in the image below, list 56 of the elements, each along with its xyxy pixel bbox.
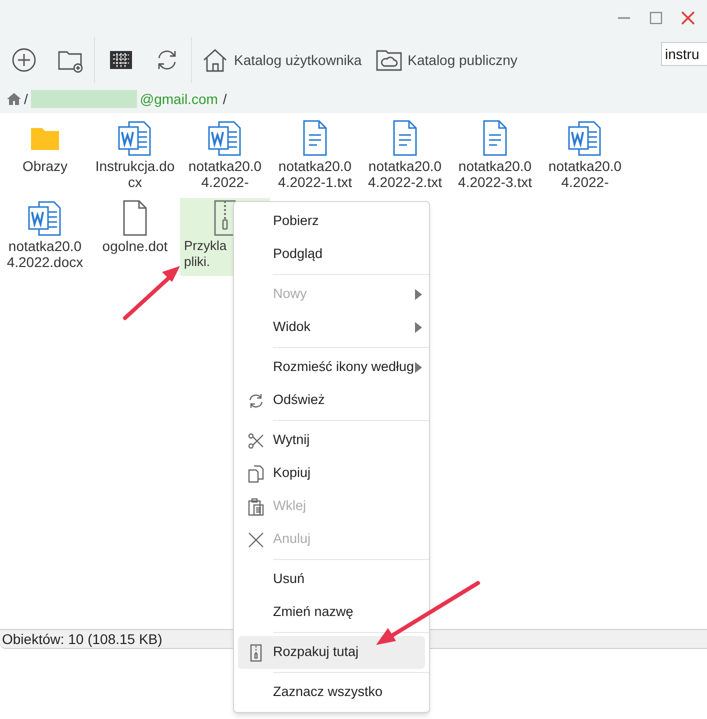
menu-item[interactable]: Rozpakuj tutaj: [238, 636, 425, 669]
menu-item[interactable]: Wytnij: [238, 424, 425, 457]
file-name: notatka20.0 4.2022-2.txt: [368, 158, 442, 190]
close-icon[interactable]: [681, 10, 695, 24]
menu-item[interactable]: Usuń: [238, 563, 425, 596]
path-separator: /: [222, 90, 227, 108]
file-item[interactable]: notatka20.0 4.2022-: [540, 118, 630, 196]
menu-item-label: Anuluj: [273, 530, 311, 548]
path-separator: /: [24, 90, 28, 108]
file-name: notatka20.0 4.2022-: [188, 158, 262, 190]
menu-item[interactable]: Zaznacz wszystko: [238, 676, 425, 709]
file-item[interactable]: notatka20.0 4.2022-2.txt: [360, 118, 450, 196]
menu-item-label: Usuń: [273, 570, 305, 588]
file-name: notatka20.0 4.2022-1.txt: [278, 158, 352, 190]
file-item[interactable]: Instrukcja.do cx: [90, 118, 180, 196]
menu-item-label: Wytnij: [273, 431, 310, 450]
location-button[interactable]: Katalog użytkownika: [194, 40, 368, 80]
file-name: notatka20.0 4.2022-: [548, 158, 622, 190]
status-text: Obiektów: 10 (108.15 KB): [2, 630, 162, 649]
file-item[interactable]: notatka20.0 4.2022-: [180, 118, 270, 196]
file-name: notatka20.0 4.2022.docx: [6, 238, 84, 270]
file-item[interactable]: notatka20.0 4.2022.docx: [0, 198, 90, 276]
file-item[interactable]: Obrazy: [0, 118, 90, 196]
menu-item-label: Rozmieść ikony według: [273, 358, 414, 376]
menu-item-label: Pobierz: [273, 212, 319, 230]
menu-item-label: Odśwież: [273, 391, 325, 410]
menu-item-label: Rozpakuj tutaj: [273, 643, 359, 662]
file-item[interactable]: ogolne.dot: [90, 198, 180, 276]
home-icon[interactable]: [7, 92, 21, 106]
menu-item-label: Podgląd: [273, 245, 323, 264]
search-field[interactable]: instru: [661, 42, 707, 66]
menu-item[interactable]: Odśwież: [238, 384, 425, 417]
maximize-icon[interactable]: [649, 10, 663, 24]
menu-item-label: Widok: [273, 318, 311, 336]
menu-item-label: Zmień nazwę: [273, 603, 354, 622]
copy-icon: [246, 464, 264, 482]
menu-item[interactable]: Zmień nazwę: [238, 596, 425, 629]
file-item[interactable]: notatka20.0 4.2022-1.txt: [270, 118, 360, 196]
menu-item[interactable]: Rozmieść ikony według: [238, 351, 425, 384]
refresh-icon: [246, 392, 264, 410]
file-name: Obrazy: [22, 158, 68, 174]
menu-item-label: Zaznacz wszystko: [273, 683, 383, 702]
file-name: ogolne.dot: [102, 238, 168, 254]
file-name: Instrukcja.do cx: [95, 158, 175, 190]
menu-item-label: Kopiuj: [273, 464, 311, 482]
menu-item[interactable]: Widok: [238, 311, 425, 344]
close-icon: [246, 530, 264, 548]
location-button[interactable]: Katalog publiczny: [368, 40, 524, 80]
scissors-icon: [246, 432, 264, 450]
file-name: notatka20.0 4.2022-3.txt: [458, 158, 532, 190]
clipboard-icon: [246, 498, 264, 516]
menu-item-label: Nowy: [273, 285, 307, 304]
menu-item[interactable]: Kopiuj: [238, 457, 425, 490]
file-name: Przykla pliki.: [183, 238, 227, 270]
file-item[interactable]: notatka20.0 4.2022-3.txt: [450, 118, 540, 196]
menu-item-label: Wklej: [273, 497, 306, 516]
